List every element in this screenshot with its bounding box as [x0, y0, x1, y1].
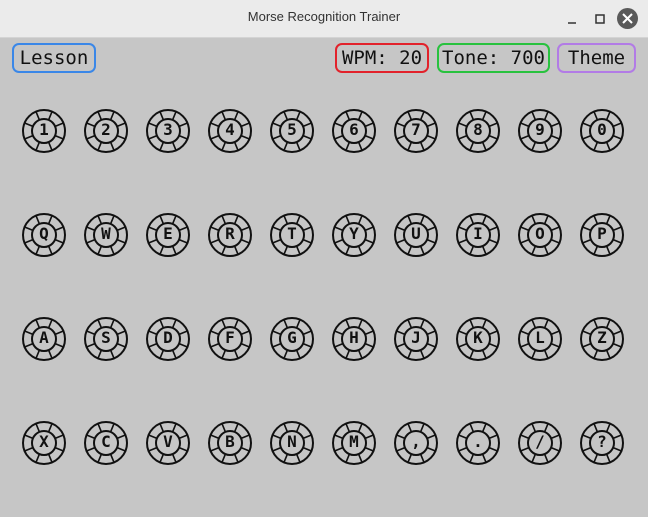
tone-button[interactable]: Tone: 700 [437, 43, 550, 73]
morse-key[interactable]: J [393, 316, 439, 362]
morse-key[interactable]: 3 [145, 108, 191, 154]
window-title: Morse Recognition Trainer [247, 9, 401, 24]
key-label: J [411, 328, 421, 347]
key-label: 8 [473, 120, 483, 139]
morse-key[interactable]: T [269, 212, 315, 258]
minimize-button[interactable] [562, 9, 582, 29]
morse-key[interactable]: H [331, 316, 377, 362]
key-label: R [225, 224, 235, 243]
key-label: 4 [225, 120, 235, 139]
key-label: 1 [39, 120, 49, 139]
morse-key[interactable]: P [579, 212, 625, 258]
key-label: Z [597, 328, 607, 347]
key-label: O [535, 224, 545, 243]
morse-key[interactable]: Q [21, 212, 67, 258]
key-label: H [349, 328, 359, 347]
morse-key[interactable]: N [269, 420, 315, 466]
title-bar: Morse Recognition Trainer [0, 0, 648, 38]
morse-key[interactable]: U [393, 212, 439, 258]
morse-key[interactable]: 8 [455, 108, 501, 154]
key-label: 9 [535, 120, 545, 139]
lesson-button[interactable]: Lesson [12, 43, 96, 73]
key-label: Y [349, 224, 359, 243]
key-label: P [597, 224, 607, 243]
key-label: C [101, 432, 111, 451]
key-label: N [287, 432, 297, 451]
key-label: W [101, 224, 111, 243]
morse-key[interactable]: 1 [21, 108, 67, 154]
morse-key[interactable]: C [83, 420, 129, 466]
key-label: X [39, 432, 49, 451]
key-label: . [473, 432, 483, 451]
morse-key[interactable]: W [83, 212, 129, 258]
close-button[interactable] [617, 8, 638, 29]
morse-key[interactable]: Y [331, 212, 377, 258]
key-label: Q [39, 224, 49, 243]
key-label: 2 [101, 120, 111, 139]
key-label: U [411, 224, 421, 243]
key-label: G [287, 328, 297, 347]
morse-key[interactable]: R [207, 212, 253, 258]
morse-key[interactable]: 4 [207, 108, 253, 154]
morse-key[interactable]: L [517, 316, 563, 362]
morse-key[interactable]: B [207, 420, 253, 466]
key-label: 3 [163, 120, 173, 139]
morse-key[interactable]: X [21, 420, 67, 466]
key-label: A [39, 328, 49, 347]
morse-key[interactable]: S [83, 316, 129, 362]
close-icon [622, 13, 633, 24]
key-label: F [225, 328, 235, 347]
morse-key[interactable]: D [145, 316, 191, 362]
morse-key[interactable]: 5 [269, 108, 315, 154]
morse-key[interactable]: 6 [331, 108, 377, 154]
key-label: 0 [597, 120, 607, 139]
morse-key[interactable]: 9 [517, 108, 563, 154]
key-label: D [163, 328, 173, 347]
app-window: Morse Recognition Trainer Lesson WPM: 20… [0, 0, 648, 517]
morse-key[interactable]: E [145, 212, 191, 258]
morse-key[interactable]: K [455, 316, 501, 362]
morse-key[interactable]: O [517, 212, 563, 258]
key-label: L [535, 328, 545, 347]
key-label: M [349, 432, 359, 451]
theme-button[interactable]: Theme [557, 43, 636, 73]
morse-key[interactable]: I [455, 212, 501, 258]
morse-key[interactable]: 2 [83, 108, 129, 154]
morse-key[interactable]: M [331, 420, 377, 466]
key-label: , [411, 432, 421, 451]
morse-key[interactable]: V [145, 420, 191, 466]
wpm-button[interactable]: WPM: 20 [335, 43, 429, 73]
key-label: I [473, 224, 483, 243]
key-label: / [535, 432, 545, 451]
morse-key[interactable]: ? [579, 420, 625, 466]
morse-key[interactable]: Z [579, 316, 625, 362]
morse-key[interactable]: 7 [393, 108, 439, 154]
morse-key[interactable]: G [269, 316, 315, 362]
morse-key[interactable]: A [21, 316, 67, 362]
morse-key[interactable]: , [393, 420, 439, 466]
key-label: T [287, 224, 297, 243]
morse-key[interactable]: F [207, 316, 253, 362]
maximize-button[interactable] [590, 9, 610, 29]
key-label: V [163, 432, 173, 451]
morse-key[interactable]: / [517, 420, 563, 466]
key-label: E [163, 224, 173, 243]
key-label: B [225, 432, 235, 451]
key-label: S [101, 328, 111, 347]
key-label: 7 [411, 120, 421, 139]
key-label: 6 [349, 120, 359, 139]
morse-key[interactable]: 0 [579, 108, 625, 154]
key-label: K [473, 328, 483, 347]
morse-key[interactable]: . [455, 420, 501, 466]
key-label: 5 [287, 120, 297, 139]
key-label: ? [597, 432, 607, 451]
